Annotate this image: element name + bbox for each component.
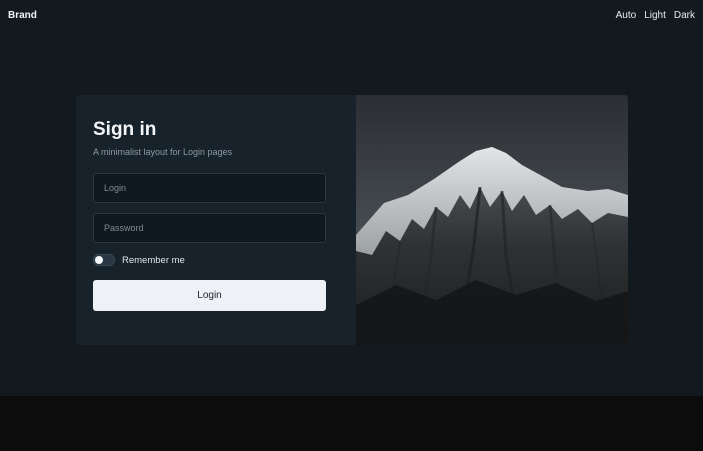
page-title: Sign in: [93, 119, 157, 140]
theme-auto-link[interactable]: Auto: [616, 10, 637, 21]
theme-dark-link[interactable]: Dark: [674, 10, 695, 21]
login-form: Sign in A minimalist layout for Login pa…: [76, 95, 356, 345]
theme-switcher: Auto Light Dark: [616, 10, 695, 21]
login-input[interactable]: [93, 173, 326, 203]
navbar: Brand Auto Light Dark: [0, 0, 703, 34]
remember-me-label: Remember me: [122, 254, 185, 266]
mountain-illustration: [356, 95, 628, 345]
login-button[interactable]: Login: [93, 280, 326, 311]
remember-me-row[interactable]: Remember me: [93, 254, 185, 266]
page-subtitle: A minimalist layout for Login pages: [93, 147, 233, 157]
theme-light-link[interactable]: Light: [644, 10, 666, 21]
remember-me-toggle[interactable]: [93, 254, 115, 266]
login-card: Sign in A minimalist layout for Login pa…: [76, 95, 628, 345]
toggle-knob: [95, 256, 103, 264]
password-input[interactable]: [93, 213, 326, 243]
mountain-photo: [356, 95, 628, 345]
brand-link[interactable]: Brand: [8, 10, 37, 21]
page-background: Brand Auto Light Dark Sign in A minimali…: [0, 0, 703, 396]
bottom-strip: [0, 396, 703, 451]
